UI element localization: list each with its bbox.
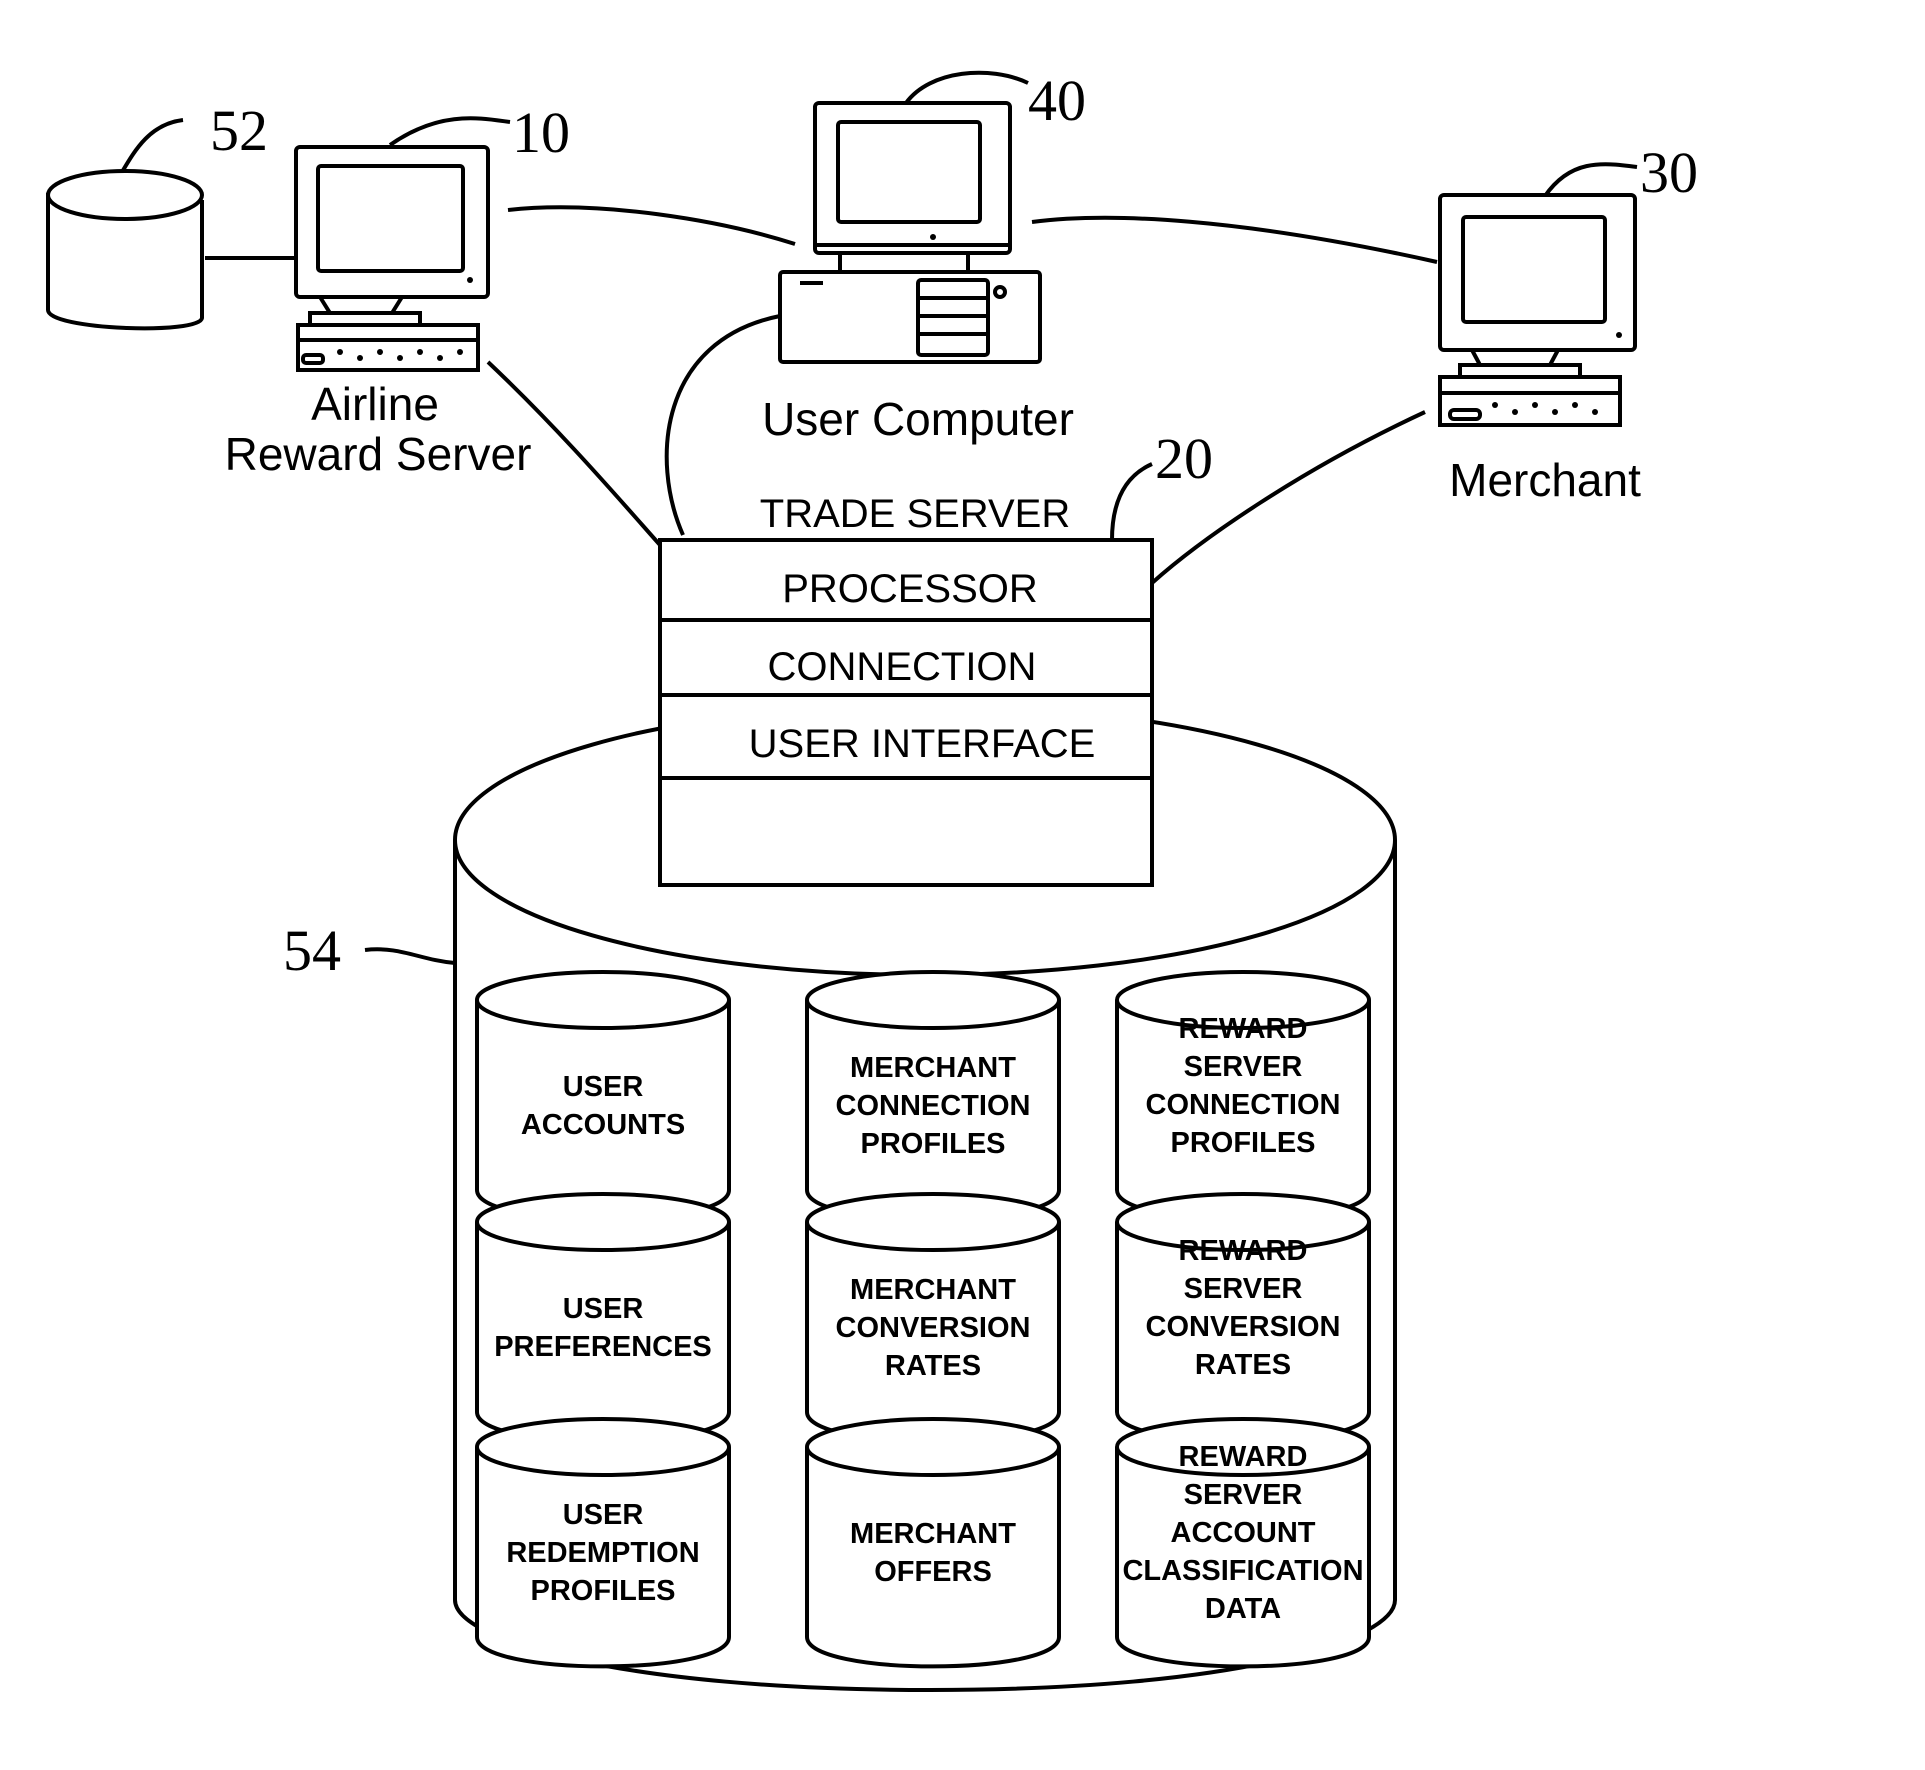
data-store-cylinder[interactable]: MERCHANT CONVERSION RATES [805, 1192, 1061, 1444]
leader-20 [1110, 462, 1153, 541]
data-store-cylinder[interactable]: REWARD SERVER CONVERSION RATES [1115, 1192, 1371, 1444]
leader-40 [904, 70, 1029, 105]
data-store-cylinder[interactable]: MERCHANT OFFERS [805, 1417, 1061, 1669]
data-store-label: REWARD [1179, 1013, 1308, 1045]
user-computer-label: User Computer [762, 393, 1074, 445]
data-store-cylinder[interactable]: MERCHANT CONNECTION PROFILES [805, 970, 1061, 1222]
data-store-label: PREFERENCES [494, 1331, 712, 1363]
data-store-label: CLASSIFICATION [1122, 1555, 1363, 1587]
leader-54 [364, 947, 456, 965]
data-store-label: DATA [1205, 1593, 1281, 1625]
data-store-label: MERCHANT [850, 1274, 1016, 1306]
data-store-cylinder[interactable]: REWARD SERVER CONNECTION PROFILES [1115, 970, 1371, 1222]
data-store-label: REWARD [1179, 1441, 1308, 1473]
data-store-label: USER [563, 1499, 644, 1531]
section-user-interface: USER INTERFACE [749, 722, 1096, 766]
ref-20: 20 [1155, 426, 1213, 491]
system-diagram: 52 10 Airline Reward Server 40 User Comp… [46, 68, 1698, 1693]
data-store-cylinder[interactable]: USER REDEMPTION PROFILES [475, 1417, 731, 1669]
leader-30 [1543, 162, 1638, 198]
merchant-computer[interactable]: 30 Merchant [1438, 140, 1698, 506]
data-store-label: REDEMPTION [506, 1537, 699, 1569]
user-computer[interactable]: 40 User Computer [762, 68, 1086, 445]
link-airline-user [507, 205, 796, 246]
data-store-label: ACCOUNT [1171, 1517, 1316, 1549]
monitor-icon [294, 145, 490, 299]
data-store-cylinder[interactable]: USER PREFERENCES [475, 1192, 731, 1444]
data-store-label: MERCHANT [850, 1518, 1016, 1550]
airline-reward-server[interactable]: 10 Airline Reward Server [225, 100, 570, 480]
data-store-label: CONVERSION [1146, 1311, 1341, 1343]
data-stores: USERACCOUNTSMERCHANTCONNECTIONPROFILESRE… [475, 970, 1371, 1669]
data-store-label: RATES [885, 1350, 981, 1382]
airline-label-line1: Airline [311, 378, 439, 430]
data-store-label: CONNECTION [1146, 1089, 1341, 1121]
data-store-label: USER [563, 1071, 644, 1103]
data-store-label: PROFILES [530, 1575, 675, 1607]
leader-52 [120, 118, 184, 174]
data-store-label: ACCOUNTS [521, 1109, 685, 1141]
data-store-label: PROFILES [1170, 1127, 1315, 1159]
trade-server-label: TRADE SERVER [760, 492, 1070, 536]
data-store-cylinder[interactable]: REWARD SERVER ACCOUNT CLASSIFICATION DATA [1115, 1417, 1371, 1669]
data-store-label: SERVER [1184, 1273, 1303, 1305]
ref-30: 30 [1640, 140, 1698, 205]
data-store-label: MERCHANT [850, 1052, 1016, 1084]
data-store-label: CONVERSION [836, 1312, 1031, 1344]
keyboard-icon [296, 323, 480, 372]
trade-server[interactable]: TRADE SERVER 20 PROCESSOR CONNECTION USE… [658, 426, 1213, 887]
data-store-label: OFFERS [874, 1556, 992, 1588]
data-store-label: PROFILES [860, 1128, 1005, 1160]
data-store-label: SERVER [1184, 1479, 1303, 1511]
section-processor: PROCESSOR [782, 567, 1038, 611]
data-store-label: SERVER [1184, 1051, 1303, 1083]
ref-54: 54 [283, 918, 341, 983]
link-user-merchant [1031, 215, 1438, 264]
ref-40: 40 [1028, 68, 1086, 133]
airline-label-line2: Reward Server [225, 428, 532, 480]
data-store-label: RATES [1195, 1349, 1291, 1381]
data-store-label: REWARD [1179, 1235, 1308, 1267]
ref-52: 52 [210, 98, 268, 163]
data-store-cylinder[interactable]: USER ACCOUNTS [475, 970, 731, 1222]
data-store-label: USER [563, 1293, 644, 1325]
ref-10: 10 [512, 100, 570, 165]
reward-db-cylinder[interactable]: 52 [46, 98, 268, 331]
merchant-label: Merchant [1449, 454, 1641, 506]
section-connection: CONNECTION [768, 645, 1037, 689]
data-store-label: CONNECTION [836, 1090, 1031, 1122]
leader-10 [388, 116, 511, 147]
